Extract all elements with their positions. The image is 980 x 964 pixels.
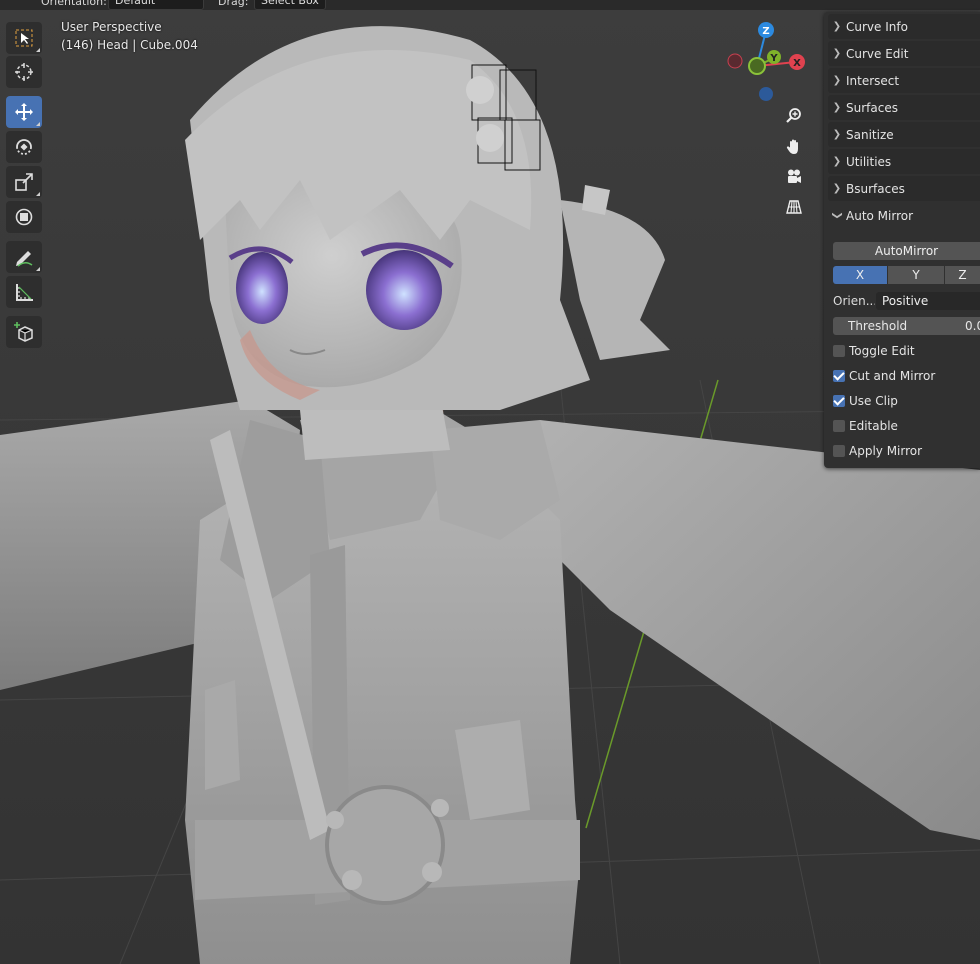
zoom-button[interactable] (780, 102, 808, 130)
apply-mirror-checkbox[interactable]: Apply Mirror (833, 442, 922, 460)
drag-dropdown[interactable]: Select Box (254, 0, 326, 10)
panel-bsurfaces[interactable]: ❯ Bsurfaces (828, 176, 980, 201)
chevron-right-icon: ❯ (832, 129, 842, 140)
scale-tool[interactable] (6, 166, 42, 198)
neg-x-axis-icon[interactable] (727, 53, 743, 69)
checkbox-label: Use Clip (849, 394, 898, 408)
viewport-header: Orientation: Default Drag: Select Box (0, 0, 980, 10)
drag-label: Drag: (218, 0, 249, 8)
threshold-label: Threshold (848, 319, 908, 333)
orientation-select[interactable]: Positive (876, 292, 980, 310)
axis-x-toggle[interactable]: X (833, 266, 887, 284)
checkbox-box (833, 420, 845, 432)
rotate-icon (16, 139, 32, 155)
chevron-right-icon: ❯ (832, 183, 842, 194)
annotate-tool[interactable] (6, 241, 42, 273)
transform-icon (15, 208, 33, 226)
checkbox-label: Cut and Mirror (849, 369, 936, 383)
scale-icon (15, 173, 33, 191)
checkbox-label: Apply Mirror (849, 444, 923, 458)
y-axis-label: Y (769, 53, 778, 64)
panel-curve-info[interactable]: ❯ Curve Info (828, 14, 980, 39)
chevron-right-icon: ❯ (832, 102, 842, 113)
navigation-gizmo[interactable]: Z Y X (724, 20, 808, 104)
panel-label: Utilities (846, 154, 892, 169)
view-name: User Perspective (61, 20, 162, 34)
perspective-toggle-button[interactable] (780, 193, 808, 221)
move-icon (15, 103, 33, 121)
zoom-icon (786, 108, 801, 123)
panel-auto-mirror[interactable]: ❯ Auto Mirror (828, 203, 980, 228)
chevron-down-icon: ❯ (831, 211, 843, 220)
add-cube-icon (14, 322, 33, 342)
threshold-field[interactable]: Threshold 0.0 (833, 317, 980, 335)
transform-tool[interactable] (6, 201, 42, 233)
checkbox-box (833, 370, 845, 382)
annotate-corner (36, 267, 40, 271)
editable-checkbox[interactable]: Editable (833, 417, 898, 435)
checkbox-box (833, 345, 845, 357)
panel-surfaces[interactable]: ❯ Surfaces (828, 95, 980, 120)
checkbox-box (833, 395, 845, 407)
panel-label: Curve Edit (846, 46, 909, 61)
chevron-right-icon: ❯ (832, 156, 842, 167)
move-tool[interactable] (6, 96, 42, 128)
z-axis-label: Z (762, 26, 769, 37)
checkbox-box (833, 445, 845, 457)
panel-curve-edit[interactable]: ❯ Curve Edit (828, 41, 980, 66)
orientation-label: Orientation: (41, 0, 107, 8)
toggle-edit-checkbox[interactable]: Toggle Edit (833, 342, 915, 360)
panel-label: Surfaces (846, 100, 898, 115)
neg-z-axis-icon[interactable] (759, 87, 773, 101)
annotate-icon (16, 251, 33, 267)
select-box-tool[interactable] (6, 22, 42, 54)
orientation-dropdown[interactable]: Default (108, 0, 204, 10)
perspective-grid-icon (786, 200, 802, 214)
camera-icon (788, 169, 801, 183)
scale-corner (36, 192, 40, 196)
measure-icon (16, 284, 33, 301)
select-box-corner (36, 48, 40, 52)
x-axis-label: X (793, 58, 801, 69)
chevron-right-icon: ❯ (832, 21, 842, 32)
rotate-tool[interactable] (6, 131, 42, 163)
panel-label: Sanitize (846, 127, 894, 142)
camera-view-button[interactable] (780, 163, 808, 191)
panel-intersect[interactable]: ❯ Intersect (828, 68, 980, 93)
add-cube-tool[interactable] (6, 316, 42, 348)
checkbox-label: Editable (849, 419, 898, 433)
select-box-icon (15, 29, 33, 47)
chevron-right-icon: ❯ (832, 75, 842, 86)
move-corner (36, 122, 40, 126)
neg-y-axis-icon[interactable] (748, 57, 766, 75)
axis-y-toggle[interactable]: Y (888, 266, 944, 284)
mirror-axis-selector: X Y Z (833, 266, 980, 284)
object-info: (146) Head | Cube.004 (61, 38, 198, 52)
use-clip-checkbox[interactable]: Use Clip (833, 392, 898, 410)
panel-utilities[interactable]: ❯ Utilities (828, 149, 980, 174)
panel-sanitize[interactable]: ❯ Sanitize (828, 122, 980, 147)
panel-label: Curve Info (846, 19, 908, 34)
checkbox-label: Toggle Edit (849, 344, 915, 358)
automirror-button[interactable]: AutoMirror (833, 242, 980, 260)
panel-label: Bsurfaces (846, 181, 905, 196)
hand-pan-icon (786, 139, 798, 154)
pan-button[interactable] (780, 133, 808, 161)
measure-tool[interactable] (6, 276, 42, 308)
threshold-value: 0.0 (965, 319, 980, 333)
cursor-icon (15, 63, 33, 81)
axis-z-toggle[interactable]: Z (945, 266, 980, 284)
panel-label: Auto Mirror (846, 208, 914, 223)
cursor-tool[interactable] (6, 56, 42, 88)
panel-label: Intersect (846, 73, 900, 88)
orientation-field-label: Orien... (833, 294, 875, 308)
chevron-right-icon: ❯ (832, 48, 842, 59)
cut-and-mirror-checkbox[interactable]: Cut and Mirror (833, 367, 935, 385)
sidebar-panel: ❯ Curve Info ❯ Curve Edit ❯ Intersect ❯ … (824, 12, 980, 468)
